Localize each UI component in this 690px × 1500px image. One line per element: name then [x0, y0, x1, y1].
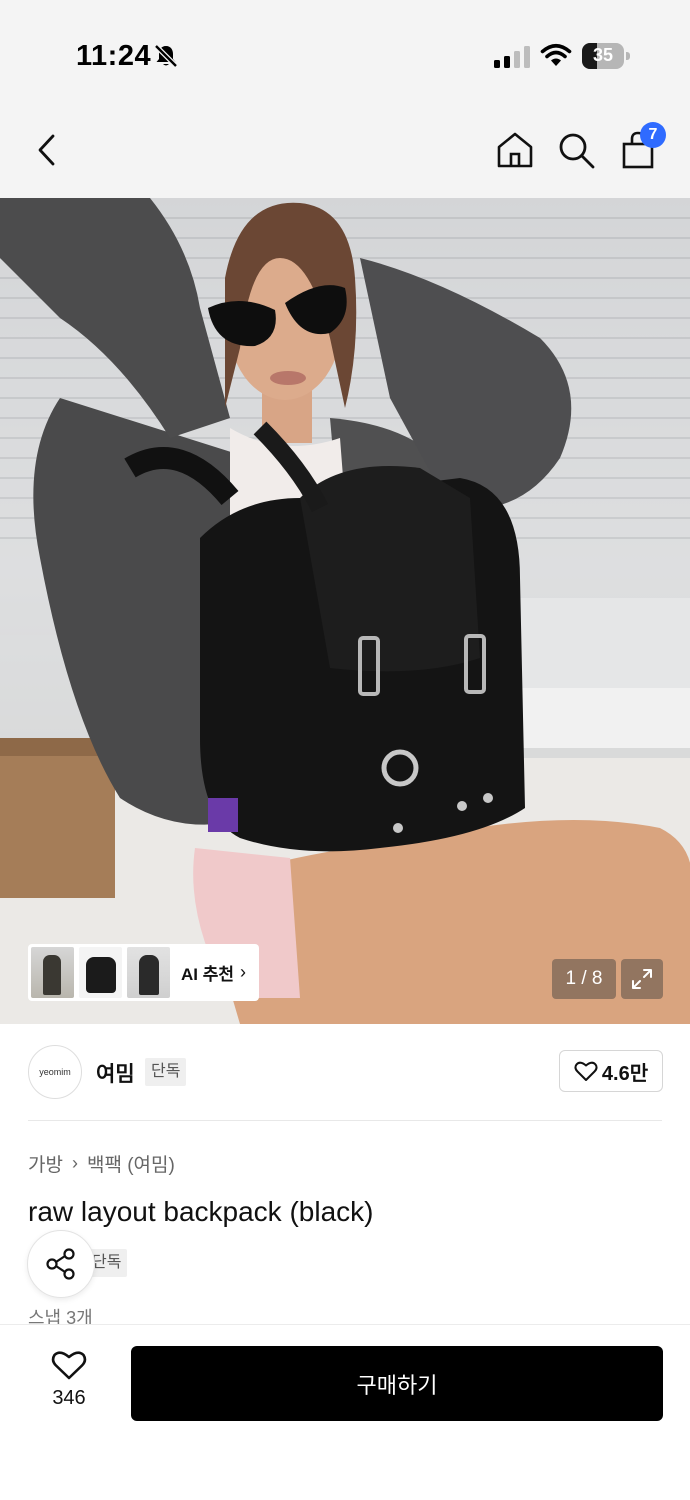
product-photo — [0, 198, 690, 1024]
status-bar: 11:24 35 — [0, 0, 690, 100]
ai-thumbnail-2 — [79, 947, 122, 998]
search-button[interactable] — [554, 128, 598, 172]
heart-icon — [51, 1351, 87, 1380]
chevron-right-icon: › — [71, 1153, 78, 1173]
cart-count-badge: 7 — [640, 122, 666, 148]
product-title: raw layout backpack (black) — [28, 1196, 374, 1227]
wifi-icon — [540, 43, 572, 66]
bell-slash-icon — [154, 44, 178, 68]
search-icon — [559, 133, 595, 169]
battery-icon: 35 — [582, 43, 630, 69]
home-icon — [497, 132, 533, 168]
ai-thumbnail-1 — [31, 947, 74, 998]
share-icon — [46, 1248, 75, 1280]
back-button[interactable] — [26, 128, 70, 172]
cart-button[interactable]: 7 — [616, 122, 666, 172]
breadcrumb-subcategory[interactable]: 백팩 (여밈) — [87, 1150, 175, 1177]
image-counter: 1 / 8 — [552, 959, 616, 999]
brand-logo-text: yeomim — [39, 1067, 71, 1077]
wishlist-button[interactable]: 346 — [36, 1349, 102, 1429]
share-button[interactable] — [27, 1230, 95, 1298]
brand-like-count: 4.6만 — [601, 1062, 649, 1085]
home-button[interactable] — [493, 128, 537, 172]
heart-icon — [574, 1061, 598, 1081]
brand-exclusive-tag: 단독 — [145, 1058, 187, 1086]
brand-like-button[interactable]: 4.6만 — [559, 1050, 663, 1092]
ai-thumbnail-3 — [127, 947, 170, 998]
breadcrumb: 가방 › 백팩 (여밈) — [28, 1150, 175, 1177]
wishlist-count: 346 — [52, 1387, 86, 1409]
chevron-right-icon: › — [240, 962, 247, 982]
breadcrumb-category[interactable]: 가방 — [28, 1150, 63, 1177]
ai-recommend-button[interactable]: AI 추천 › — [28, 944, 259, 1001]
expand-icon — [632, 969, 652, 989]
brand-logo[interactable]: yeomim — [28, 1045, 82, 1099]
bottom-action-bar: 346 구매하기 — [0, 1324, 690, 1500]
top-nav-bar: 7 — [0, 100, 690, 198]
signal-icon — [494, 46, 530, 68]
chevron-left-icon — [38, 134, 55, 166]
brand-name[interactable]: 여밈 — [96, 1058, 135, 1088]
divider — [28, 1120, 662, 1121]
expand-button[interactable] — [621, 959, 663, 999]
battery-level: 35 — [592, 45, 614, 65]
status-time: 11:24 — [76, 40, 152, 72]
product-image-carousel[interactable] — [0, 198, 690, 1024]
buy-button[interactable]: 구매하기 — [131, 1346, 663, 1421]
ai-recommend-label: AI 추천 — [181, 965, 235, 984]
